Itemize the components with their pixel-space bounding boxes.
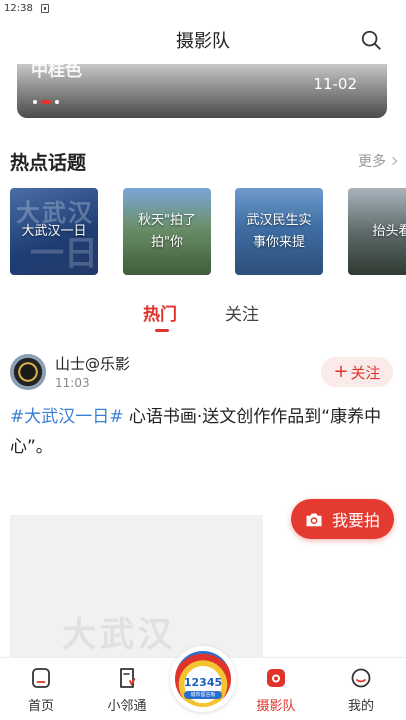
hot-topics-title: 热点话题 xyxy=(10,151,87,174)
topic-card-label: 大武汉一日 xyxy=(21,223,87,239)
carousel-indicator xyxy=(33,100,59,104)
feed-tabs: 热门 关注 xyxy=(0,296,406,336)
topic-card[interactable]: 秋天"拍了拍"你 xyxy=(123,188,211,275)
post-hashtag[interactable]: #大武汉一日# xyxy=(10,407,124,427)
post-header: 山士@乐影 11:03 + 关注 xyxy=(10,352,396,394)
banner-title: 中桂色 xyxy=(31,64,82,81)
more-label: 更多 xyxy=(358,154,386,170)
plus-icon: + xyxy=(333,361,349,382)
follow-button[interactable]: + 关注 xyxy=(321,357,393,387)
profile-icon xyxy=(351,668,371,688)
carousel-dot xyxy=(33,100,37,104)
notification-icon xyxy=(40,3,49,13)
chevron-right-icon xyxy=(388,156,398,166)
take-photo-button[interactable]: 我要拍 xyxy=(291,499,394,539)
image-watermark: 大武汉 xyxy=(62,615,176,655)
post-time: 11:03 xyxy=(55,376,90,390)
banner-carousel[interactable]: 中桂色 11-02 xyxy=(17,64,387,118)
hot-topics-header: 热点话题 更多 xyxy=(10,146,398,176)
tabbar-item-home[interactable]: 首页 xyxy=(6,658,76,720)
topic-card[interactable]: 抬头看 xyxy=(348,188,406,275)
tab-indicator xyxy=(155,329,169,332)
hot-topics-list: 大武汉 一日 大武汉一日 秋天"拍了拍"你 武汉民生实事你来提 抬头看 xyxy=(10,188,406,276)
post-username[interactable]: 山士@乐影 xyxy=(55,353,130,374)
tabbar-label-neighbor: 小邻通 xyxy=(107,699,147,714)
carousel-dot xyxy=(55,100,59,104)
topic-card[interactable]: 大武汉 一日 大武汉一日 xyxy=(10,188,98,275)
topic-card[interactable]: 武汉民生实事你来提 xyxy=(235,188,323,275)
hotline-number: 12345 xyxy=(183,676,223,689)
topic-card-label: 秋天"拍了拍"你 xyxy=(138,212,196,250)
neighbor-icon xyxy=(120,668,136,688)
status-bar: 12:38 xyxy=(0,0,406,16)
topic-card-label: 武汉民生实事你来提 xyxy=(246,212,312,250)
camera-icon xyxy=(306,513,322,526)
tabbar-label-home: 首页 xyxy=(27,699,54,714)
app-header: 摄影队 xyxy=(0,16,406,64)
search-icon[interactable] xyxy=(360,29,382,51)
tab-follow[interactable]: 关注 xyxy=(225,300,259,325)
tab-hot[interactable]: 热门 xyxy=(143,300,177,325)
tabbar-item-neighbor[interactable]: 小邻通 xyxy=(92,658,162,720)
follow-label: 关注 xyxy=(350,363,381,382)
home-icon xyxy=(32,668,50,688)
hotline-12345-button[interactable]: 12345 城市留言板 xyxy=(170,646,236,712)
tabbar-label-mine: 我的 xyxy=(347,699,374,714)
post-content: #大武汉一日# 心语书画·送文创作作品到“康养中心”。 xyxy=(10,402,396,462)
page-title: 摄影队 xyxy=(176,31,230,52)
banner-date: 11-02 xyxy=(313,75,357,93)
topic-card-label: 抬头看 xyxy=(372,223,406,239)
hotline-sub-label: 城市留言板 xyxy=(184,691,222,699)
take-photo-label: 我要拍 xyxy=(331,511,380,530)
post-image[interactable]: 大武汉 xyxy=(10,515,263,665)
carousel-dot-active xyxy=(41,100,51,104)
more-link[interactable]: 更多 xyxy=(358,151,398,171)
avatar[interactable] xyxy=(10,354,46,390)
tabbar-item-mine[interactable]: 我的 xyxy=(326,658,396,720)
tabbar-label-photo: 摄影队 xyxy=(256,699,296,714)
camera-icon xyxy=(267,669,285,687)
tabbar-item-photo[interactable]: 摄影队 xyxy=(241,658,311,720)
status-time: 12:38 xyxy=(4,2,33,14)
